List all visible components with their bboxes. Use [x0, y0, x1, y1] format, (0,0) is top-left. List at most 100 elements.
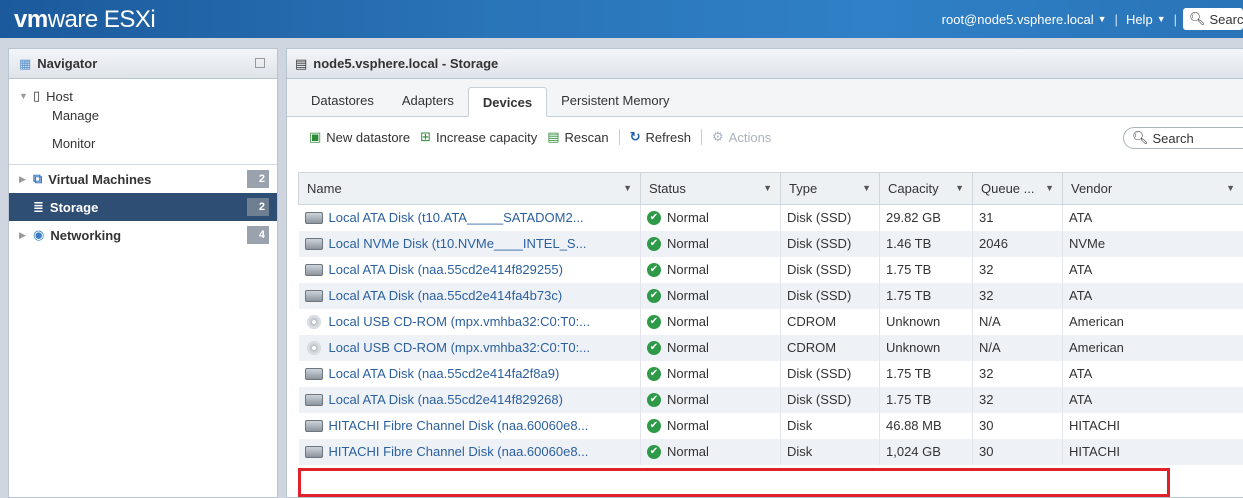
device-name-link[interactable]: Local ATA Disk (t10.ATA_____SATADOM2... [329, 210, 584, 225]
device-name-link[interactable]: Local NVMe Disk (t10.NVMe____INTEL_S... [329, 236, 587, 251]
device-name-link[interactable]: HITACHI Fibre Channel Disk (naa.60060e8.… [329, 418, 589, 433]
cell-capacity: 1,024 GB [879, 438, 973, 465]
chevron-down-icon[interactable]: ▼ [763, 183, 772, 193]
vmware-esxi-logo: vmware ESXi [14, 6, 156, 33]
tab-devices[interactable]: Devices [467, 87, 548, 117]
refresh-button[interactable]: ↻ Refresh [630, 129, 691, 145]
cell-name[interactable]: Local ATA Disk (t10.ATA_____SATADOM2... [298, 204, 641, 231]
user-menu[interactable]: root@node5.vsphere.local ▼ [934, 12, 1115, 27]
cell-name[interactable]: HITACHI Fibre Channel Disk (naa.60060e8.… [298, 412, 641, 439]
device-name-link[interactable]: Local USB CD-ROM (mpx.vmhba32:C0:T0:... [329, 314, 591, 329]
cell-type: Disk (SSD) [780, 230, 880, 257]
search-icon: 🔍︎ [1132, 130, 1149, 145]
expand-icon[interactable]: ▶ [19, 174, 27, 185]
cell-name[interactable]: Local USB CD-ROM (mpx.vmhba32:C0:T0:... [298, 334, 641, 361]
expand-icon[interactable]: ▶ [19, 230, 27, 241]
rescan-button[interactable]: ▤ Rescan [547, 129, 608, 145]
table-row[interactable]: Local USB CD-ROM (mpx.vmhba32:C0:T0:... ✔… [298, 308, 1243, 335]
devices-table: Name ▼ Status ▼ Type ▼ Capacity ▼ Queue ... ▼… [298, 172, 1243, 465]
chevron-down-icon[interactable]: ▼ [1226, 183, 1235, 193]
nav-host[interactable]: ▼ ▯ Host [9, 79, 277, 104]
cell-vendor: American [1062, 334, 1243, 361]
table-row[interactable]: Local ATA Disk (naa.55cd2e414fa4b73c) ✔ No… [298, 282, 1243, 309]
table-row[interactable]: HITACHI Fibre Channel Disk (naa.60060e8.… [298, 412, 1243, 439]
device-name-link[interactable]: Local USB CD-ROM (mpx.vmhba32:C0:T0:... [329, 340, 591, 355]
cell-name[interactable]: Local USB CD-ROM (mpx.vmhba32:C0:T0:... [298, 308, 641, 335]
nav-item-monitor[interactable]: Monitor [9, 132, 277, 160]
cell-status: ✔ Normal [640, 230, 781, 257]
column-header-capacity[interactable]: Capacity ▼ [879, 172, 973, 205]
toolbar: ▣ New datastore ⊞ Increase capacity ▤ Resca… [287, 117, 1243, 157]
table-row[interactable]: Local USB CD-ROM (mpx.vmhba32:C0:T0:... ✔… [298, 334, 1243, 361]
cell-name[interactable]: Local ATA Disk (naa.55cd2e414f829268) [298, 386, 641, 413]
cell-name[interactable]: Local ATA Disk (naa.55cd2e414f829255) [298, 256, 641, 283]
chevron-down-icon[interactable]: ▼ [955, 183, 964, 193]
table-row[interactable]: Local NVMe Disk (t10.NVMe____INTEL_S... ✔… [298, 230, 1243, 257]
count-badge: 2 [247, 198, 269, 216]
cell-name[interactable]: Local ATA Disk (naa.55cd2e414fa2f8a9) [298, 360, 641, 387]
device-name-link[interactable]: Local ATA Disk (naa.55cd2e414f829268) [329, 392, 563, 407]
help-menu[interactable]: Help ▼ [1118, 12, 1174, 27]
device-name-link[interactable]: Local ATA Disk (naa.55cd2e414fa2f8a9) [329, 366, 560, 381]
device-name-link[interactable]: HITACHI Fibre Channel Disk (naa.60060e8.… [329, 444, 589, 459]
actions-button[interactable]: ⚙ Actions [712, 129, 771, 145]
table-row[interactable]: Local ATA Disk (naa.55cd2e414f829255) ✔ No… [298, 256, 1243, 283]
cell-queue: 32 [972, 360, 1063, 387]
device-name-link[interactable]: Local ATA Disk (naa.55cd2e414fa4b73c) [329, 288, 563, 303]
minimize-icon[interactable] [255, 58, 265, 68]
column-header-type[interactable]: Type ▼ [780, 172, 880, 205]
nav-item-storage[interactable]: ≣ Storage 2 [9, 193, 277, 221]
cell-status: ✔ Normal [640, 386, 781, 413]
cell-queue: 31 [972, 204, 1063, 231]
cell-name[interactable]: HITACHI Fibre Channel Disk (naa.60060e8.… [298, 438, 641, 465]
check-circle-icon: ✔ [647, 418, 661, 433]
disk-icon [304, 367, 323, 380]
chevron-down-icon[interactable]: ▼ [623, 183, 632, 193]
navigator-icon: ▦ [19, 55, 32, 71]
refresh-icon: ↻ [629, 129, 641, 144]
nav-item-networking[interactable]: ▶ ◉ Networking 4 [9, 221, 277, 249]
cell-type: Disk [780, 438, 880, 465]
storage-icon: ▤ [295, 55, 308, 71]
cell-status: ✔ Normal [640, 256, 781, 283]
check-circle-icon: ✔ [647, 392, 661, 407]
cell-vendor: American [1062, 308, 1243, 335]
new-datastore-icon: ▣ [309, 129, 322, 144]
tab-persistent-memory[interactable]: Persistent Memory [547, 86, 683, 116]
table-row[interactable]: HITACHI Fibre Channel Disk (naa.60060e8.… [298, 438, 1243, 465]
increase-capacity-icon: ⊞ [420, 129, 432, 144]
device-name-link[interactable]: Local ATA Disk (naa.55cd2e414f829255) [329, 262, 563, 277]
increase-capacity-button[interactable]: ⊞ Increase capacity [420, 129, 537, 145]
column-header-vendor[interactable]: Vendor ▼ [1062, 172, 1243, 205]
count-badge: 4 [247, 226, 269, 244]
cell-name[interactable]: Local NVMe Disk (t10.NVMe____INTEL_S... [298, 230, 641, 257]
expand-icon[interactable]: ▼ [19, 91, 28, 101]
chevron-down-icon[interactable]: ▼ [1045, 183, 1054, 193]
cell-status: ✔ Normal [640, 334, 781, 361]
search-input[interactable]: 🔍︎ Search [1123, 127, 1243, 149]
nav-item-virtual-machines[interactable]: ▶ ⧉ Virtual Machines 2 [9, 165, 277, 193]
check-circle-icon: ✔ [647, 210, 661, 225]
cell-queue: 2046 [972, 230, 1063, 257]
new-datastore-button[interactable]: ▣ New datastore [309, 129, 410, 145]
cell-name[interactable]: Local ATA Disk (naa.55cd2e414fa4b73c) [298, 282, 641, 309]
cell-type: Disk [780, 412, 880, 439]
tab-adapters[interactable]: Adapters [388, 86, 468, 116]
column-header-name[interactable]: Name ▼ [298, 172, 641, 205]
table-row[interactable]: Local ATA Disk (naa.55cd2e414fa2f8a9) ✔ No… [298, 360, 1243, 387]
check-circle-icon: ✔ [647, 314, 661, 329]
cell-status: ✔ Normal [640, 438, 781, 465]
global-search-input[interactable]: 🔍︎Search [1183, 8, 1243, 30]
column-header-queue[interactable]: Queue ... ▼ [972, 172, 1063, 205]
nav-item-manage[interactable]: Manage [9, 104, 277, 132]
cell-capacity: 46.88 MB [879, 412, 973, 439]
table-row[interactable]: Local ATA Disk (t10.ATA_____SATADOM2... ✔… [298, 204, 1243, 231]
chevron-down-icon[interactable]: ▼ [862, 183, 871, 193]
table-header-row: Name ▼ Status ▼ Type ▼ Capacity ▼ Queue ... ▼… [298, 172, 1243, 205]
column-header-status[interactable]: Status ▼ [640, 172, 781, 205]
chevron-down-icon: ▼ [1097, 14, 1107, 24]
table-row[interactable]: Local ATA Disk (naa.55cd2e414f829268) ✔ No… [298, 386, 1243, 413]
cell-type: Disk (SSD) [780, 256, 880, 283]
cell-type: CDROM [780, 334, 880, 361]
tab-datastores[interactable]: Datastores [297, 86, 388, 116]
